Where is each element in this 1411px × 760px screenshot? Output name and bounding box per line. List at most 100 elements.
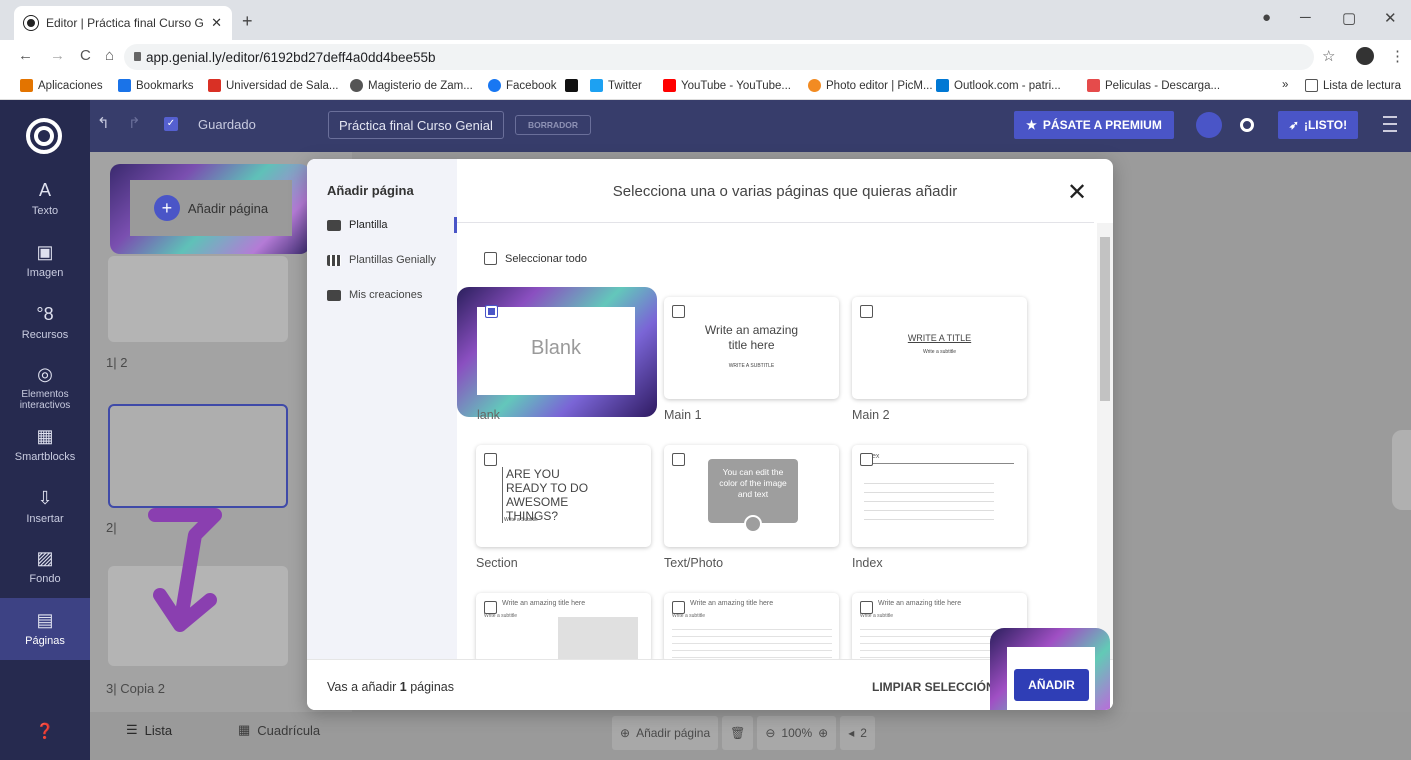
bookmark-item[interactable]: Peliculas - Descarga... bbox=[1087, 79, 1220, 92]
university-icon bbox=[208, 79, 221, 92]
window-close-icon[interactable]: ✕ bbox=[1384, 9, 1397, 27]
scrollbar-thumb[interactable] bbox=[1100, 237, 1110, 401]
tab-close-icon[interactable]: ✕ bbox=[211, 15, 222, 31]
preview-eye-icon[interactable] bbox=[1240, 118, 1254, 132]
home-icon[interactable]: ⌂ bbox=[105, 47, 114, 64]
nav-resources[interactable]: °8 Recursos bbox=[0, 304, 90, 354]
picture-icon bbox=[327, 289, 341, 301]
star-icon bbox=[118, 79, 131, 92]
bookmark-item[interactable]: YouTube - YouTube... bbox=[663, 79, 791, 92]
divider bbox=[457, 222, 1094, 223]
maximize-icon[interactable]: ▢ bbox=[1342, 9, 1356, 27]
ready-button[interactable]: ➶ ¡LISTO! bbox=[1278, 111, 1358, 139]
photo-editor-icon bbox=[808, 79, 821, 92]
resources-icon: °8 bbox=[36, 304, 54, 324]
premium-button[interactable]: ★ PÁSATE A PREMIUM bbox=[1014, 111, 1174, 139]
redo-icon[interactable]: ↱ bbox=[128, 114, 141, 132]
bookmark-star-icon[interactable]: ☆ bbox=[1322, 47, 1335, 65]
template-icon bbox=[327, 219, 341, 231]
bookmark-item[interactable] bbox=[565, 79, 578, 92]
card-checkbox[interactable] bbox=[860, 305, 873, 318]
reading-list[interactable]: Lista de lectura bbox=[1305, 79, 1401, 92]
select-all-checkbox[interactable] bbox=[484, 252, 497, 265]
browser-tab[interactable]: Editor | Práctica final Curso Genia ✕ bbox=[14, 6, 232, 40]
twitter-icon bbox=[590, 79, 603, 92]
tab-title: Editor | Práctica final Curso Genia bbox=[46, 16, 204, 30]
card-checkbox[interactable] bbox=[672, 601, 685, 614]
nav-insert[interactable]: ⇩ Insertar bbox=[0, 488, 90, 538]
page-thumbnail-selected[interactable] bbox=[108, 404, 288, 508]
bookmark-item[interactable]: Bookmarks bbox=[118, 79, 194, 92]
select-all[interactable]: Seleccionar todo bbox=[484, 252, 587, 265]
template-card-main1[interactable]: Write an amazing title here WRITE A SUBT… bbox=[664, 297, 839, 399]
page-thumbnail[interactable] bbox=[108, 256, 288, 342]
back-icon[interactable]: ← bbox=[18, 47, 33, 64]
template-card-index[interactable]: ex bbox=[852, 445, 1027, 547]
bookmark-item[interactable]: Photo editor | PicM... bbox=[808, 79, 933, 92]
card-checkbox[interactable] bbox=[484, 453, 497, 466]
facebook-icon bbox=[488, 79, 501, 92]
card-checkbox[interactable] bbox=[484, 601, 497, 614]
draft-badge: BORRADOR bbox=[515, 115, 591, 135]
option-genially-templates[interactable]: Plantillas Genially bbox=[327, 254, 436, 266]
bookmark-item[interactable]: Twitter bbox=[590, 79, 642, 92]
side-panel-handle[interactable] bbox=[1392, 430, 1411, 510]
bookmark-item[interactable]: Magisterio de Zam... bbox=[350, 79, 473, 92]
bookmark-item[interactable]: Aplicaciones bbox=[20, 79, 103, 92]
interactive-icon: ◎ bbox=[37, 364, 53, 384]
reload-icon[interactable]: C bbox=[80, 47, 91, 64]
browser-menu-icon[interactable]: ⋮ bbox=[1390, 47, 1405, 65]
clear-selection-button[interactable]: LIMPIAR SELECCIÓN bbox=[872, 680, 995, 694]
template-card-text-photo[interactable]: You can edit the color of the image and … bbox=[664, 445, 839, 547]
card-checkbox[interactable] bbox=[672, 305, 685, 318]
option-template[interactable]: Plantilla bbox=[327, 219, 388, 231]
new-tab-icon[interactable]: + bbox=[242, 11, 253, 32]
option-my-creations[interactable]: Mis creaciones bbox=[327, 289, 422, 301]
nav-background[interactable]: ▨ Fondo bbox=[0, 548, 90, 598]
bottom-add-page-button[interactable]: ⊕ Añadir página bbox=[612, 716, 719, 750]
bookmark-item[interactable]: Outlook.com - patri... bbox=[936, 79, 1061, 92]
genially-logo[interactable] bbox=[26, 118, 62, 154]
project-title-input[interactable]: Práctica final Curso Genial bbox=[328, 111, 504, 139]
card-checkbox[interactable] bbox=[672, 453, 685, 466]
zoom-control[interactable]: ⊖ 100% ⊕ bbox=[757, 716, 837, 750]
star-icon: ★ bbox=[1026, 118, 1037, 132]
nav-image[interactable]: ▣ Imagen bbox=[0, 242, 90, 292]
add-collaborator-icon[interactable] bbox=[1196, 112, 1222, 138]
forward-icon[interactable]: → bbox=[50, 47, 65, 64]
page-navigator[interactable]: ◂ 2 bbox=[840, 716, 875, 750]
template-card-section[interactable]: ARE YOU READY TO DO AWESOME THINGS? Writ… bbox=[476, 445, 651, 547]
list-tab[interactable]: ☰ Lista bbox=[126, 722, 172, 738]
nav-smartblocks[interactable]: ▦ Smartblocks bbox=[0, 426, 90, 476]
list-icon: ☰ bbox=[126, 722, 138, 737]
template-card-main2[interactable]: WRITE A TITLE Write a subtitle bbox=[852, 297, 1027, 399]
minimize-icon[interactable]: ─ bbox=[1300, 9, 1311, 26]
modal-sidebar-title: Añadir página bbox=[327, 183, 414, 198]
nav-text[interactable]: A Texto bbox=[0, 180, 90, 230]
template-card[interactable]: Write an amazing title here Write a subt… bbox=[476, 593, 651, 663]
card-checkbox[interactable] bbox=[860, 453, 873, 466]
delete-page-icon[interactable]: 🗑 bbox=[722, 716, 754, 750]
avatar[interactable] bbox=[1356, 47, 1374, 65]
profile-dot-icon[interactable]: ● bbox=[1262, 9, 1271, 26]
scrollbar[interactable] bbox=[1097, 223, 1113, 659]
help-icon[interactable]: ❓ bbox=[0, 722, 90, 740]
undo-icon[interactable]: ↰ bbox=[97, 114, 110, 132]
url-bar[interactable]: app.genial.ly/editor/6192bd27deff4a0dd4b… bbox=[124, 44, 1314, 70]
card-checkbox[interactable] bbox=[860, 601, 873, 614]
add-button[interactable]: AÑADIR bbox=[1014, 669, 1089, 701]
template-card-blank[interactable]: Blank bbox=[477, 307, 635, 395]
url-text: app.genial.ly/editor/6192bd27deff4a0dd4b… bbox=[146, 49, 436, 65]
close-icon[interactable]: ✕ bbox=[1067, 181, 1087, 205]
card-label: Section bbox=[476, 556, 518, 570]
hamburger-menu-icon[interactable] bbox=[1383, 116, 1397, 132]
grid-tab[interactable]: ▦ Cuadrícula bbox=[238, 722, 320, 738]
nav-pages[interactable]: ▤ Páginas bbox=[0, 598, 90, 660]
card-checkbox-checked[interactable] bbox=[485, 305, 498, 318]
bookmark-item[interactable]: Facebook bbox=[488, 79, 557, 92]
bookmarks-overflow[interactable]: » bbox=[1282, 79, 1288, 91]
template-card[interactable]: Write an amazing title here Write a subt… bbox=[664, 593, 839, 663]
bookmark-item[interactable]: Universidad de Sala... bbox=[208, 79, 339, 92]
add-page-button[interactable]: + Añadir página bbox=[130, 180, 292, 236]
nav-interactive[interactable]: ◎ Elementos interactivos bbox=[0, 364, 90, 420]
